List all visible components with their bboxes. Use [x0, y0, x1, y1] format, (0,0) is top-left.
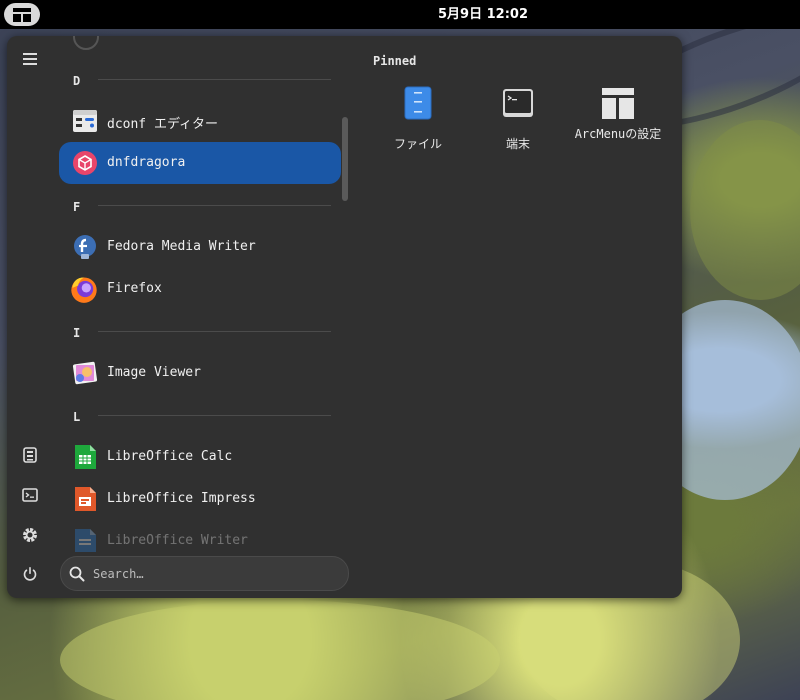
- app-list[interactable]: D dconf エディター dnfdragora F Fedora Media …: [59, 36, 349, 552]
- firefox-icon: [71, 277, 97, 303]
- libreoffice-calc-icon: [75, 445, 96, 469]
- libreoffice-writer-icon: [75, 529, 96, 552]
- terminal-icon: [503, 89, 533, 117]
- app-label: dconf エディター: [107, 117, 219, 132]
- top-bar: 5月9日 12:02: [0, 0, 800, 29]
- pinned-label: ArcMenuの設定: [574, 127, 662, 141]
- section-header-i: I: [73, 324, 331, 344]
- app-label: Firefox: [107, 281, 162, 296]
- wallpaper-stroke: [60, 600, 500, 700]
- section-divider: [98, 79, 331, 80]
- search-icon: [69, 566, 85, 582]
- libreoffice-impress-icon: [75, 487, 96, 511]
- section-letter: D: [73, 74, 81, 88]
- app-label: dnfdragora: [107, 155, 186, 170]
- arcmenu-popup: D dconf エディター dnfdragora F Fedora Media …: [7, 36, 682, 598]
- search-box[interactable]: [60, 556, 349, 591]
- app-item-dnfdragora[interactable]: dnfdragora: [59, 142, 341, 184]
- section-header-l: L: [73, 408, 331, 428]
- section-header-f: F: [73, 198, 331, 218]
- search-input[interactable]: [93, 557, 333, 590]
- app-item-image-viewer[interactable]: Image Viewer: [59, 352, 341, 394]
- app-item-libreoffice-writer[interactable]: LibreOffice Writer: [59, 520, 341, 552]
- app-item-libreoffice-calc[interactable]: LibreOffice Calc: [59, 436, 341, 478]
- section-letter: L: [73, 410, 81, 424]
- fedora-media-writer-icon: [74, 235, 96, 259]
- section-divider: [98, 205, 331, 206]
- app-label: LibreOffice Writer: [107, 533, 248, 548]
- app-item-dconf-editor[interactable]: dconf エディター: [59, 100, 341, 142]
- pinned-label: 端末: [505, 137, 530, 151]
- image-viewer-icon: [72, 361, 98, 385]
- section-divider: [98, 415, 331, 416]
- power-icon[interactable]: [19, 563, 41, 585]
- partial-app-icon: [73, 36, 99, 50]
- menu-sidebar: [7, 36, 55, 598]
- app-label: LibreOffice Calc: [107, 449, 233, 464]
- section-letter: I: [73, 326, 81, 340]
- hamburger-icon[interactable]: [19, 48, 41, 70]
- app-item-libreoffice-impress[interactable]: LibreOffice Impress: [59, 478, 341, 520]
- settings-icon[interactable]: [19, 524, 41, 546]
- pinned-label: ファイル: [393, 137, 442, 151]
- clock[interactable]: 5月9日 12:02: [0, 0, 800, 29]
- pinned-title: Pinned: [373, 54, 417, 68]
- section-letter: F: [73, 200, 81, 214]
- terminal-icon[interactable]: [19, 484, 41, 506]
- pinned-item-arcmenu-settings[interactable]: ArcMenuの設定: [570, 80, 666, 170]
- files-icon: [404, 86, 432, 120]
- app-item-fedora-media-writer[interactable]: Fedora Media Writer: [59, 226, 341, 268]
- wallpaper-stroke: [690, 120, 800, 300]
- app-label: Fedora Media Writer: [107, 239, 256, 254]
- app-label: LibreOffice Impress: [107, 491, 256, 506]
- pinned-item-files[interactable]: ファイル: [370, 80, 466, 170]
- app-list-scrollbar[interactable]: [342, 117, 348, 201]
- file-manager-icon[interactable]: [19, 444, 41, 466]
- dconf-editor-icon: [73, 110, 97, 132]
- arcmenu-settings-icon: [602, 88, 634, 119]
- section-header-d: D: [73, 72, 331, 92]
- dnfdragora-icon: [73, 151, 97, 175]
- app-label: Image Viewer: [107, 365, 201, 380]
- section-divider: [98, 331, 331, 332]
- pinned-item-terminal[interactable]: 端末: [470, 80, 566, 170]
- app-item-firefox[interactable]: Firefox: [59, 268, 341, 310]
